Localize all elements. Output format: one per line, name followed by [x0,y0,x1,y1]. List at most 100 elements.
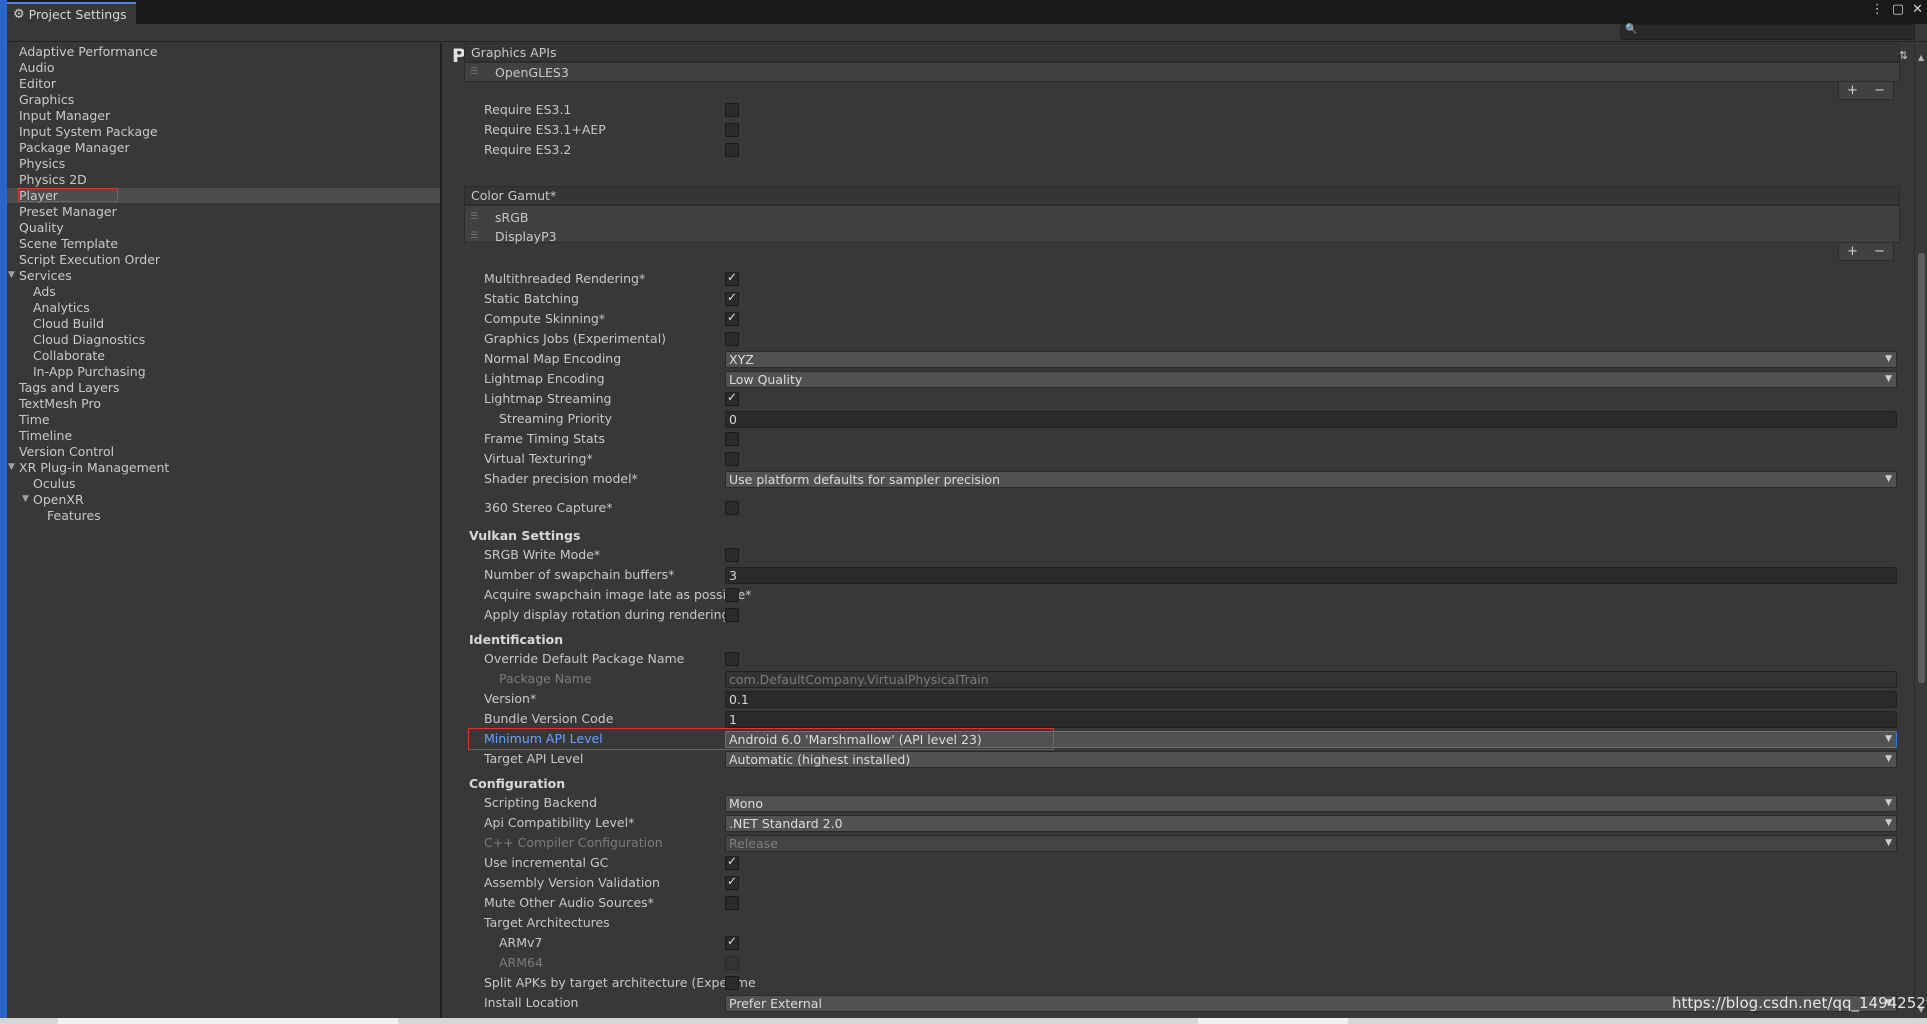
field-label: ARMv7 [499,935,543,950]
text-field[interactable]: 3 [725,567,1897,584]
sidebar-item[interactable]: Timeline [19,428,72,443]
dropdown[interactable]: Low Quality ▼ [725,371,1897,388]
sidebar-item[interactable]: Collaborate [33,348,105,363]
expand-arrow-icon[interactable]: ▼ [8,270,15,280]
dropdown[interactable]: Android 6.0 'Marshmallow' (API level 23)… [725,731,1897,748]
text-field[interactable]: 0 [725,411,1897,428]
chevron-down-icon: ▼ [1885,818,1892,828]
sidebar-item-label: Version Control [19,444,115,459]
chevron-down-icon: ▼ [1885,354,1892,364]
checkbox[interactable] [725,934,739,950]
field-label: Use incremental GC [484,855,609,870]
checkbox[interactable] [725,270,739,286]
list-item[interactable]: DisplayP3 [495,229,557,244]
checkbox[interactable] [725,332,739,346]
sidebar-item[interactable]: XR Plug-in Management [19,460,169,475]
sidebar-item[interactable]: Input Manager [19,108,110,123]
checkbox[interactable] [725,103,739,117]
checkbox[interactable] [725,976,739,990]
list-item[interactable]: sRGB [495,210,528,225]
sidebar-item[interactable]: Quality [19,220,64,235]
add-icon[interactable]: + [1847,83,1858,98]
text-field[interactable]: 0.1 [725,691,1897,708]
sidebar-item[interactable]: Ads [33,284,56,299]
checkbox[interactable] [725,548,739,562]
field-label: Normal Map Encoding [484,351,622,366]
checkbox[interactable] [725,452,739,466]
sidebar-item-label: OpenXR [33,492,84,507]
sidebar-item[interactable]: Input System Package [19,124,158,139]
window-tab[interactable]: ⚙ Project Settings [7,2,136,24]
expand-arrow-icon[interactable]: ▼ [22,494,29,504]
checkbox[interactable] [725,854,739,870]
taskbar-segment[interactable] [58,1018,398,1024]
add-icon[interactable]: + [1847,244,1858,259]
dropdown[interactable]: Mono ▼ [725,795,1897,812]
checkbox[interactable] [725,896,739,910]
sidebar-item[interactable]: Physics 2D [19,172,87,187]
drag-handle-icon[interactable]: ☰ [470,212,478,222]
sidebar-item[interactable]: Editor [19,76,56,91]
dropdown[interactable]: Automatic (highest installed) ▼ [725,751,1897,768]
sidebar-item[interactable]: Cloud Build [33,316,104,331]
sidebar-item[interactable]: Script Execution Order [19,252,160,267]
sidebar-item-label: Cloud Build [33,316,105,331]
list-item[interactable]: OpenGLES3 [495,65,569,80]
vertical-scrollbar[interactable]: ▲ ▼ [1914,43,1927,1018]
checkbox[interactable] [725,123,739,137]
sidebar-item[interactable]: Physics [19,156,65,171]
sidebar-item[interactable]: Services [19,268,72,283]
scroll-up-arrow-icon[interactable]: ▲ [1918,53,1924,62]
sidebar-item[interactable]: Graphics [19,92,74,107]
reorderable-list [464,62,1900,82]
checkbox[interactable] [725,588,739,602]
sidebar-item[interactable]: Features [47,508,101,523]
text-field[interactable]: 1 [725,711,1897,728]
search-input[interactable]: 🔍 [1620,24,1915,40]
field-label: SRGB Write Mode* [484,547,601,562]
sidebar-item[interactable]: Package Manager [19,140,130,155]
remove-icon[interactable]: − [1874,244,1885,259]
sidebar-item[interactable]: Version Control [19,444,114,459]
dropdown[interactable]: Use platform defaults for sampler precis… [725,471,1897,488]
taskbar-segment[interactable] [1198,1018,1348,1024]
sidebar-item[interactable]: Time [19,412,50,427]
sidebar-item[interactable]: Scene Template [19,236,118,251]
drag-handle-icon[interactable]: ☰ [470,231,478,241]
sidebar-item[interactable]: Tags and Layers [19,380,120,395]
checkbox[interactable] [725,390,739,406]
dropdown[interactable]: .NET Standard 2.0 ▼ [725,815,1897,832]
sidebar-item[interactable]: Player [7,188,440,203]
checkbox[interactable] [725,310,739,326]
checkbox[interactable] [725,143,739,157]
sidebar-item[interactable]: Cloud Diagnostics [33,332,145,347]
sidebar-item-label: Tags and Layers [19,380,120,395]
more-options-icon[interactable]: ⋮ [1871,2,1884,17]
sidebar-item[interactable]: TextMesh Pro [19,396,101,411]
sidebar-item[interactable]: In-App Purchasing [33,364,146,379]
dropdown[interactable]: XYZ ▼ [725,351,1897,368]
sidebar-item[interactable]: OpenXR [33,492,84,507]
expand-arrow-icon[interactable]: ▼ [8,462,15,472]
preset-icon[interactable]: ⇅ [1899,49,1908,62]
close-icon[interactable]: ✕ [1912,2,1923,17]
drag-handle-icon[interactable]: ☰ [470,67,478,77]
sidebar-item[interactable]: Adaptive Performance [19,44,158,59]
chevron-down-icon: ▼ [1885,798,1892,808]
checkbox[interactable] [725,608,739,622]
checkbox[interactable] [725,874,739,890]
sidebar-item[interactable]: Analytics [33,300,90,315]
checkbox[interactable] [725,290,739,306]
sidebar-item[interactable]: Preset Manager [19,204,117,219]
scroll-thumb[interactable] [1918,253,1925,683]
sidebar-item[interactable]: Audio [19,60,55,75]
maximize-icon[interactable]: ▢ [1892,2,1904,17]
sidebar-item-label: Collaborate [33,348,105,363]
checkbox[interactable] [725,501,739,515]
sidebar-item[interactable]: Oculus [33,476,76,491]
checkbox[interactable] [725,432,739,446]
checkbox[interactable] [725,652,739,666]
field-label: Compute Skinning* [484,311,606,326]
remove-icon[interactable]: − [1874,83,1885,98]
dropdown-value: Android 6.0 'Marshmallow' (API level 23) [729,732,982,747]
